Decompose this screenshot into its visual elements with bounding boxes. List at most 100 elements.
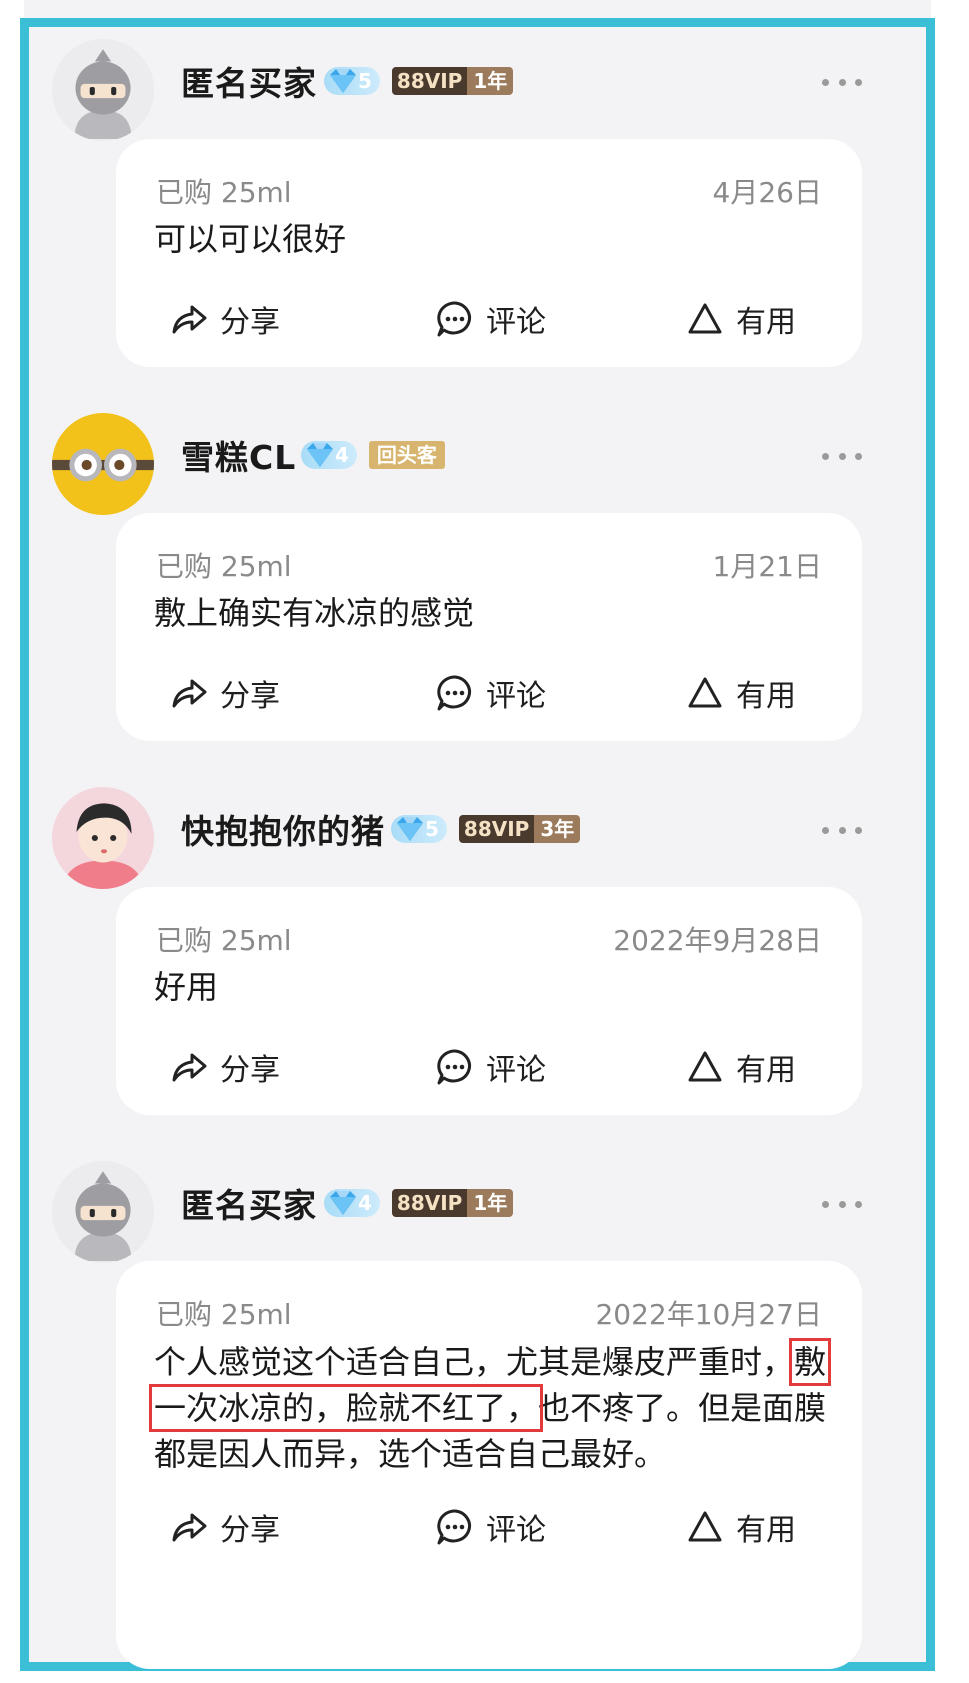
- useful-button[interactable]: 有用: [684, 289, 796, 349]
- repeat-customer-badge: 回头客: [368, 441, 445, 469]
- purchase-spec: 已购 25ml: [156, 550, 292, 583]
- diamond-level-badge: 4: [301, 441, 357, 469]
- thumb-triangle-icon: [688, 1051, 722, 1082]
- useful-button[interactable]: 有用: [684, 1497, 796, 1557]
- share-arrow-icon: [172, 679, 207, 708]
- ninja-avatar-icon: [52, 39, 154, 141]
- vip-years: 1年: [467, 1189, 514, 1217]
- share-label: 分享: [220, 679, 280, 714]
- review-text-part: 好用: [154, 968, 219, 1006]
- share-label: 分享: [220, 1513, 280, 1548]
- useful-label: 有用: [736, 1513, 796, 1548]
- review-header: 匿名买家 5 88VIP 1年: [29, 27, 926, 141]
- diamond-icon: [330, 1191, 356, 1215]
- review-header: 匿名买家 4 88VIP 1年: [29, 1149, 926, 1263]
- vip-badge: 88VIP 1年: [391, 1189, 514, 1217]
- comment-bubble-icon: [437, 1049, 471, 1085]
- vip-years: 3年: [534, 815, 581, 843]
- comment-bubble-icon: [437, 675, 471, 711]
- diamond-icon: [307, 443, 333, 467]
- share-button[interactable]: 分享: [168, 1497, 280, 1557]
- useful-button[interactable]: 有用: [684, 663, 796, 723]
- share-label: 分享: [220, 305, 280, 340]
- diamond-icon: [397, 817, 423, 841]
- comment-button[interactable]: 评论: [434, 663, 546, 723]
- review-text: 敷上确实有冰凉的感觉: [154, 591, 834, 635]
- more-dots-icon[interactable]: [822, 451, 862, 461]
- ninja-avatar-icon: [52, 1161, 154, 1263]
- more-dots-icon[interactable]: [822, 77, 862, 87]
- thumb-triangle-icon: [688, 1511, 722, 1542]
- avatar-minion[interactable]: [52, 413, 154, 515]
- username[interactable]: 匿名买家: [181, 1179, 317, 1227]
- vip-label: 88VIP: [391, 67, 468, 95]
- avatar-anonymous[interactable]: [52, 1161, 154, 1263]
- review-text-part: 敷上确实有冰凉的感觉: [154, 594, 475, 632]
- avatar-anonymous[interactable]: [52, 39, 154, 141]
- badge-group: 5 88VIP 3年: [391, 813, 581, 845]
- more-dots-icon[interactable]: [822, 1199, 862, 1209]
- comment-label: 评论: [486, 1513, 546, 1548]
- purchase-spec: 已购 25ml: [156, 176, 292, 209]
- comment-label: 评论: [486, 1053, 546, 1088]
- review-card: 已购 25ml 2022年9月28日 好用 分享 评论 有用: [116, 887, 862, 1115]
- share-arrow-icon: [172, 1053, 207, 1082]
- diamond-level: 4: [358, 1191, 372, 1215]
- diamond-level-badge: 4: [324, 1189, 380, 1217]
- comment-button[interactable]: 评论: [434, 289, 546, 349]
- thumb-triangle-icon: [688, 677, 722, 708]
- girl-avatar-icon: [52, 787, 154, 889]
- review-text: 个人感觉这个适合自己，尤其是爆皮严重时，敷一次冰凉的，脸就不红了，也不疼了。但是…: [148, 1338, 834, 1477]
- action-bar: 分享 评论 有用: [116, 289, 862, 349]
- comment-button[interactable]: 评论: [434, 1497, 546, 1557]
- minion-avatar-icon: [52, 413, 154, 515]
- share-button[interactable]: 分享: [168, 1037, 280, 1097]
- review-header: 快抱抱你的猪 5 88VIP 3年: [29, 775, 926, 889]
- vip-label: 88VIP: [391, 1189, 468, 1217]
- review-text: 可以可以很好: [154, 217, 834, 261]
- diamond-level: 4: [335, 443, 349, 467]
- share-button[interactable]: 分享: [168, 289, 280, 349]
- diamond-level-badge: 5: [391, 815, 447, 843]
- vip-label: 88VIP: [458, 815, 535, 843]
- useful-button[interactable]: 有用: [684, 1037, 796, 1097]
- review-card: 已购 25ml 2022年10月27日 个人感觉这个适合自己，尤其是爆皮严重时，…: [116, 1261, 862, 1669]
- review-card: 已购 25ml 4月26日 可以可以很好 分享 评论 有用: [116, 139, 862, 367]
- comment-label: 评论: [486, 679, 546, 714]
- comment-bubble-icon: [437, 301, 471, 337]
- diamond-level: 5: [425, 817, 439, 841]
- review-header: 雪糕CL 4 回头客: [29, 401, 926, 515]
- more-dots-icon[interactable]: [822, 825, 862, 835]
- review-date: 2022年9月28日: [613, 924, 822, 957]
- username[interactable]: 快抱抱你的猪: [181, 805, 385, 853]
- review-text-part: 个人感觉这个适合自己，尤其是爆皮严重时，: [154, 1343, 795, 1381]
- page-top-band: [24, 0, 931, 18]
- comment-bubble-icon: [437, 1509, 471, 1545]
- action-bar: 分享 评论 有用: [116, 1037, 862, 1097]
- vip-badge: 88VIP 1年: [391, 67, 514, 95]
- useful-label: 有用: [736, 679, 796, 714]
- review-date: 2022年10月27日: [595, 1298, 822, 1331]
- review-text-part: 可以可以很好: [154, 220, 347, 258]
- useful-label: 有用: [736, 1053, 796, 1088]
- share-label: 分享: [220, 1053, 280, 1088]
- purchase-spec: 已购 25ml: [156, 924, 292, 957]
- username[interactable]: 雪糕CL: [181, 431, 296, 479]
- diamond-level: 5: [358, 69, 372, 93]
- share-arrow-icon: [172, 305, 207, 334]
- review-date: 1月21日: [712, 550, 822, 583]
- share-arrow-icon: [172, 1513, 207, 1542]
- badge-group: 4 88VIP 1年: [324, 1187, 514, 1219]
- badge-group: 5 88VIP 1年: [324, 65, 514, 97]
- thumb-triangle-icon: [688, 303, 722, 334]
- share-button[interactable]: 分享: [168, 663, 280, 723]
- review-card: 已购 25ml 1月21日 敷上确实有冰凉的感觉 分享 评论 有用: [116, 513, 862, 741]
- review-date: 4月26日: [712, 176, 822, 209]
- useful-label: 有用: [736, 305, 796, 340]
- avatar-girl[interactable]: [52, 787, 154, 889]
- action-bar: 分享 评论 有用: [116, 663, 862, 723]
- username[interactable]: 匿名买家: [181, 57, 317, 105]
- comment-button[interactable]: 评论: [434, 1037, 546, 1097]
- diamond-icon: [330, 69, 356, 93]
- purchase-spec: 已购 25ml: [156, 1298, 292, 1331]
